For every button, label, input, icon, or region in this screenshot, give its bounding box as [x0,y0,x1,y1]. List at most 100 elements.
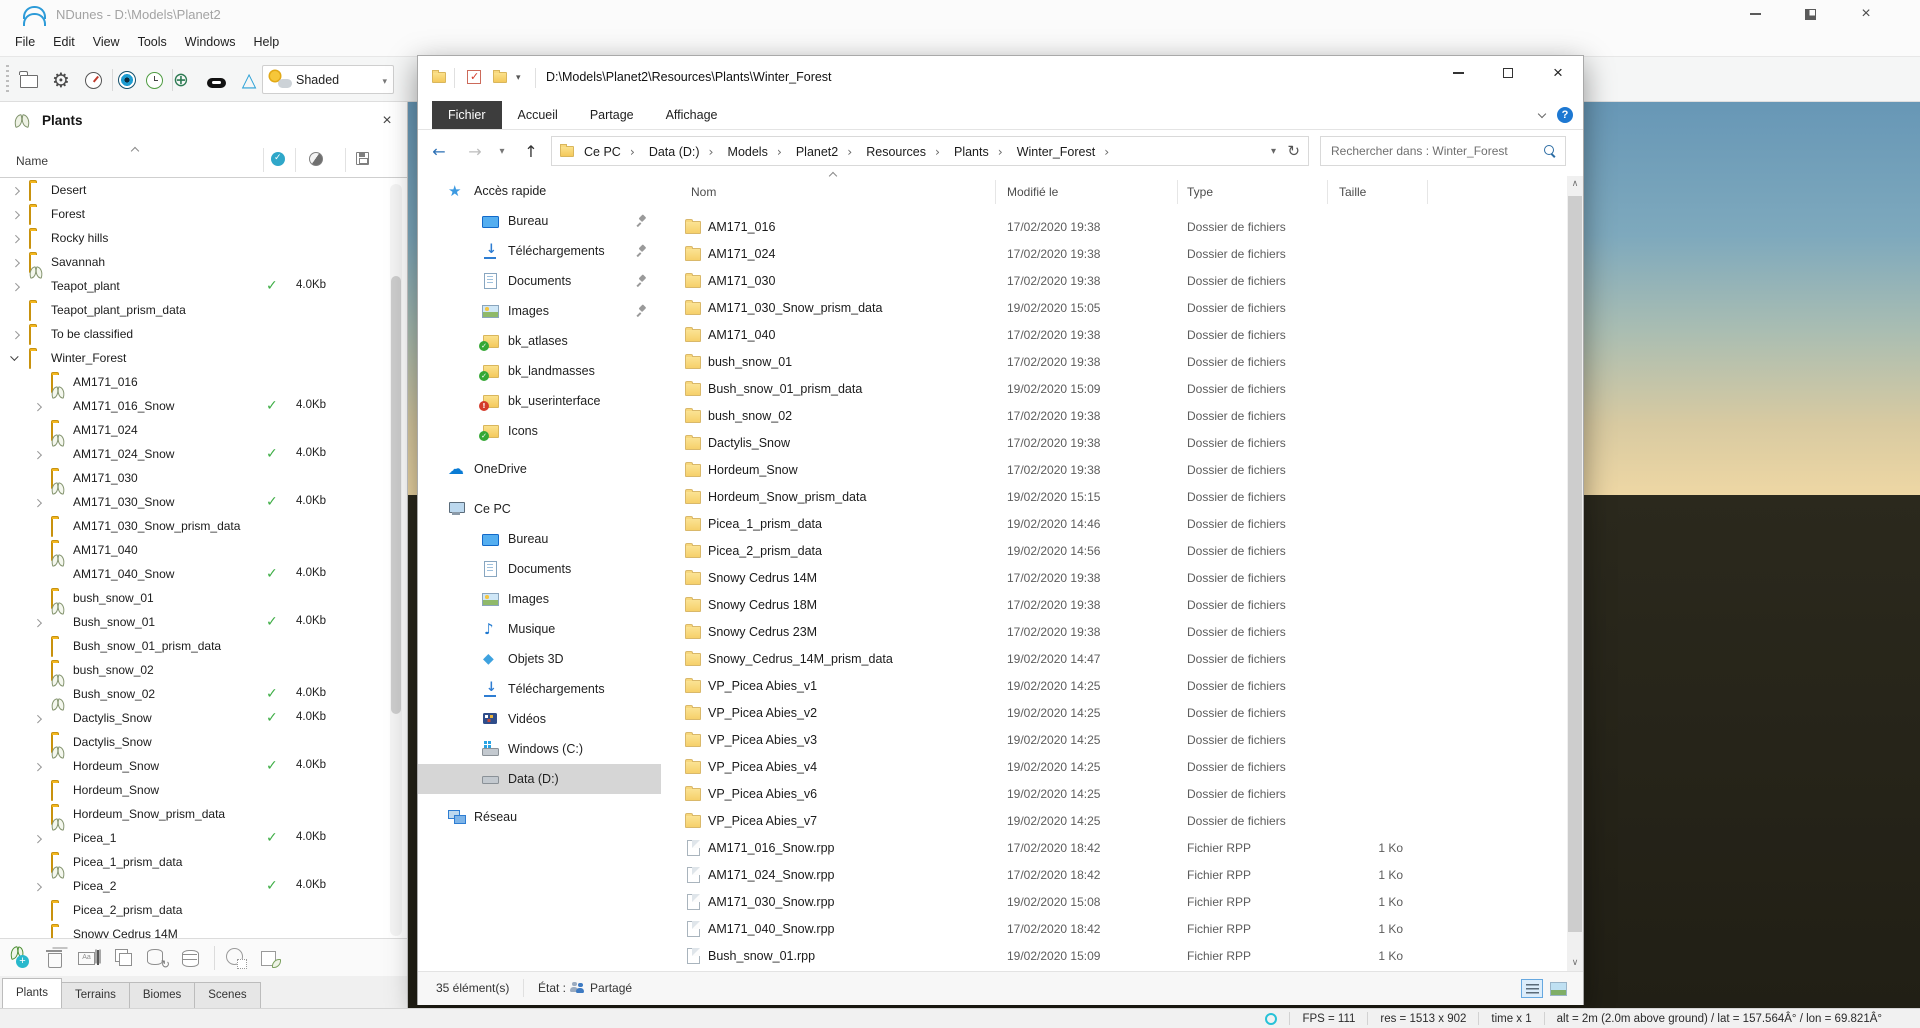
panel-close-icon[interactable]: × [376,110,398,132]
file-row[interactable]: Picea_1_prism_data 19/02/2020 14:46 Doss… [661,511,1569,538]
column-header-modified[interactable]: Modifié le [1007,185,1058,199]
menu-item[interactable]: File [6,30,44,54]
breadcrumb-item[interactable]: Ce PC [574,144,639,159]
file-row[interactable]: AM171_030_Snow_prism_data 19/02/2020 15:… [661,295,1569,322]
tree-row[interactable]: Winter_Forest [0,346,407,370]
file-row[interactable]: VP_Picea Abies_v1 19/02/2020 14:25 Dossi… [661,673,1569,700]
explorer-close-button[interactable]: × [1533,56,1583,90]
column-separator[interactable] [1177,180,1178,204]
tree-row[interactable]: Forest [0,202,407,226]
new-folder-icon[interactable] [493,70,507,83]
file-name[interactable]: VP_Picea Abies_v4 [708,760,817,774]
nav-item[interactable]: Data (D:) [418,764,661,794]
nav-item-label[interactable]: Bureau [508,214,548,228]
file-name[interactable]: AM171_030 [708,274,775,288]
tree-item-label[interactable]: AM171_030_Snow [73,495,174,509]
tree-item-label[interactable]: Picea_1 [73,831,116,845]
tree-item-label[interactable]: Bush_snow_02 [73,687,155,701]
explorer-maximize-button[interactable] [1483,56,1533,90]
up-button[interactable]: ↑ [516,136,546,166]
file-list-scrollbar[interactable]: ∧ ∨ [1567,176,1583,971]
file-name[interactable]: VP_Picea Abies_v2 [708,706,817,720]
panel-tab[interactable]: Scenes [194,982,261,1008]
breadcrumb-item[interactable]: Plants [944,144,1007,159]
column-header-type[interactable]: Type [1187,185,1213,199]
tree-row[interactable]: AM171_016_Snow 4.0Kb [0,394,407,418]
globe-icon[interactable]: ⊕ [170,69,192,91]
quick-access-dropdown-icon[interactable]: ▾ [516,73,521,83]
tree-item-label[interactable]: AM171_024 [73,423,138,437]
tree-item-label[interactable]: Savannah [51,255,105,269]
search-icon[interactable] [1544,145,1557,158]
tree-item-label[interactable]: AM171_040 [73,543,138,557]
tree-item-label[interactable]: Bush_snow_01_prism_data [73,639,221,653]
nav-item-label[interactable]: bk_userinterface [508,394,600,408]
tree-expand-chevron-icon[interactable] [11,186,20,195]
refresh-icon[interactable]: ↻ [1287,142,1300,160]
recent-locations-chevron-icon[interactable]: ▾ [492,136,512,166]
tree-item-label[interactable]: Teapot_plant [51,279,120,293]
new-folder-icon[interactable] [18,69,40,91]
nav-item-label[interactable]: Documents [508,274,571,288]
file-name[interactable]: bush_snow_02 [708,409,792,423]
tree-item-label[interactable]: Winter_Forest [51,351,126,365]
file-name[interactable]: Snowy Cedrus 14M [708,571,817,585]
file-name[interactable]: bush_snow_01 [708,355,792,369]
tree-item-label[interactable]: AM171_040_Snow [73,567,174,581]
shading-mode-select[interactable]: Shaded ▾ [262,65,394,94]
settings-gear-icon[interactable]: ⚙ [50,68,72,92]
file-name[interactable]: Hordeum_Snow [708,463,798,477]
tree-row[interactable]: Snowy Cedrus 14M [0,922,407,938]
tree-row[interactable]: Bush_snow_01 4.0Kb [0,610,407,634]
tree-item-label[interactable]: Picea_1_prism_data [73,855,182,869]
nav-item[interactable]: Réseau [418,802,661,832]
nav-item-label[interactable]: Data (D:) [508,772,559,786]
file-row[interactable]: VP_Picea Abies_v6 19/02/2020 14:25 Dossi… [661,781,1569,808]
save-disk-column-icon[interactable] [356,152,369,165]
cube-export-icon[interactable] [257,945,283,971]
tree-row[interactable]: To be classified [0,322,407,346]
file-name[interactable]: Picea_2_prism_data [708,544,822,558]
panel-tab[interactable]: Biomes [128,982,196,1008]
scrollbar-thumb[interactable] [1568,196,1582,932]
panel-tab[interactable]: Plants [2,978,62,1008]
file-row[interactable]: AM171_030 17/02/2020 19:38 Dossier de fi… [661,268,1569,295]
tree-expand-chevron-icon[interactable] [11,330,20,339]
nav-item-label[interactable]: Ce PC [474,502,511,516]
tree-scrollbar[interactable] [390,184,402,936]
nav-item-label[interactable]: Téléchargements [508,682,605,696]
toolbar-grip[interactable] [6,65,9,95]
sphere-export-icon[interactable] [223,945,249,971]
tree-item-label[interactable]: Hordeum_Snow [73,783,159,797]
close-button[interactable]: × [1843,0,1889,28]
nav-item-label[interactable]: Vidéos [508,712,546,726]
file-row[interactable]: bush_snow_02 17/02/2020 19:38 Dossier de… [661,403,1569,430]
panel-tab[interactable]: Terrains [60,982,130,1008]
column-header-size[interactable]: Taille [1339,185,1366,199]
nav-item-label[interactable]: OneDrive [474,462,527,476]
scroll-up-icon[interactable]: ∧ [1567,176,1583,192]
tree-row[interactable]: Teapot_plant 4.0Kb [0,274,407,298]
file-row[interactable]: Hordeum_Snow_prism_data 19/02/2020 15:15… [661,484,1569,511]
file-row[interactable]: Dactylis_Snow 17/02/2020 19:38 Dossier d… [661,430,1569,457]
nav-item-label[interactable]: Accès rapide [474,184,546,198]
file-name[interactable]: Snowy Cedrus 23M [708,625,817,639]
file-row[interactable]: VP_Picea Abies_v7 19/02/2020 14:25 Dossi… [661,808,1569,835]
nav-item[interactable]: Images [418,296,661,326]
file-name[interactable]: Dactylis_Snow [708,436,790,450]
file-row[interactable]: VP_Picea Abies_v2 19/02/2020 14:25 Dossi… [661,700,1569,727]
tree-expand-chevron-icon[interactable] [33,618,42,627]
duplicate-icon[interactable] [110,945,136,971]
file-row[interactable]: Bush_snow_01_prism_data 19/02/2020 15:09… [661,376,1569,403]
nav-item[interactable]: bk_atlases [418,326,661,356]
nav-item-label[interactable]: bk_landmasses [508,364,595,378]
tree-expand-chevron-icon[interactable] [33,402,42,411]
breadcrumb-item[interactable]: Resources [856,144,944,159]
file-row[interactable]: Snowy Cedrus 14M 17/02/2020 19:38 Dossie… [661,565,1569,592]
file-name[interactable]: Picea_1_prism_data [708,517,822,531]
tree-expand-chevron-icon[interactable] [11,282,20,291]
tree-item-label[interactable]: Bush_snow_01 [73,615,155,629]
file-row[interactable]: VP_Picea Abies_v4 19/02/2020 14:25 Dossi… [661,754,1569,781]
nav-item[interactable]: Objets 3D [418,644,661,674]
tree-item-label[interactable]: Dactylis_Snow [73,711,152,725]
